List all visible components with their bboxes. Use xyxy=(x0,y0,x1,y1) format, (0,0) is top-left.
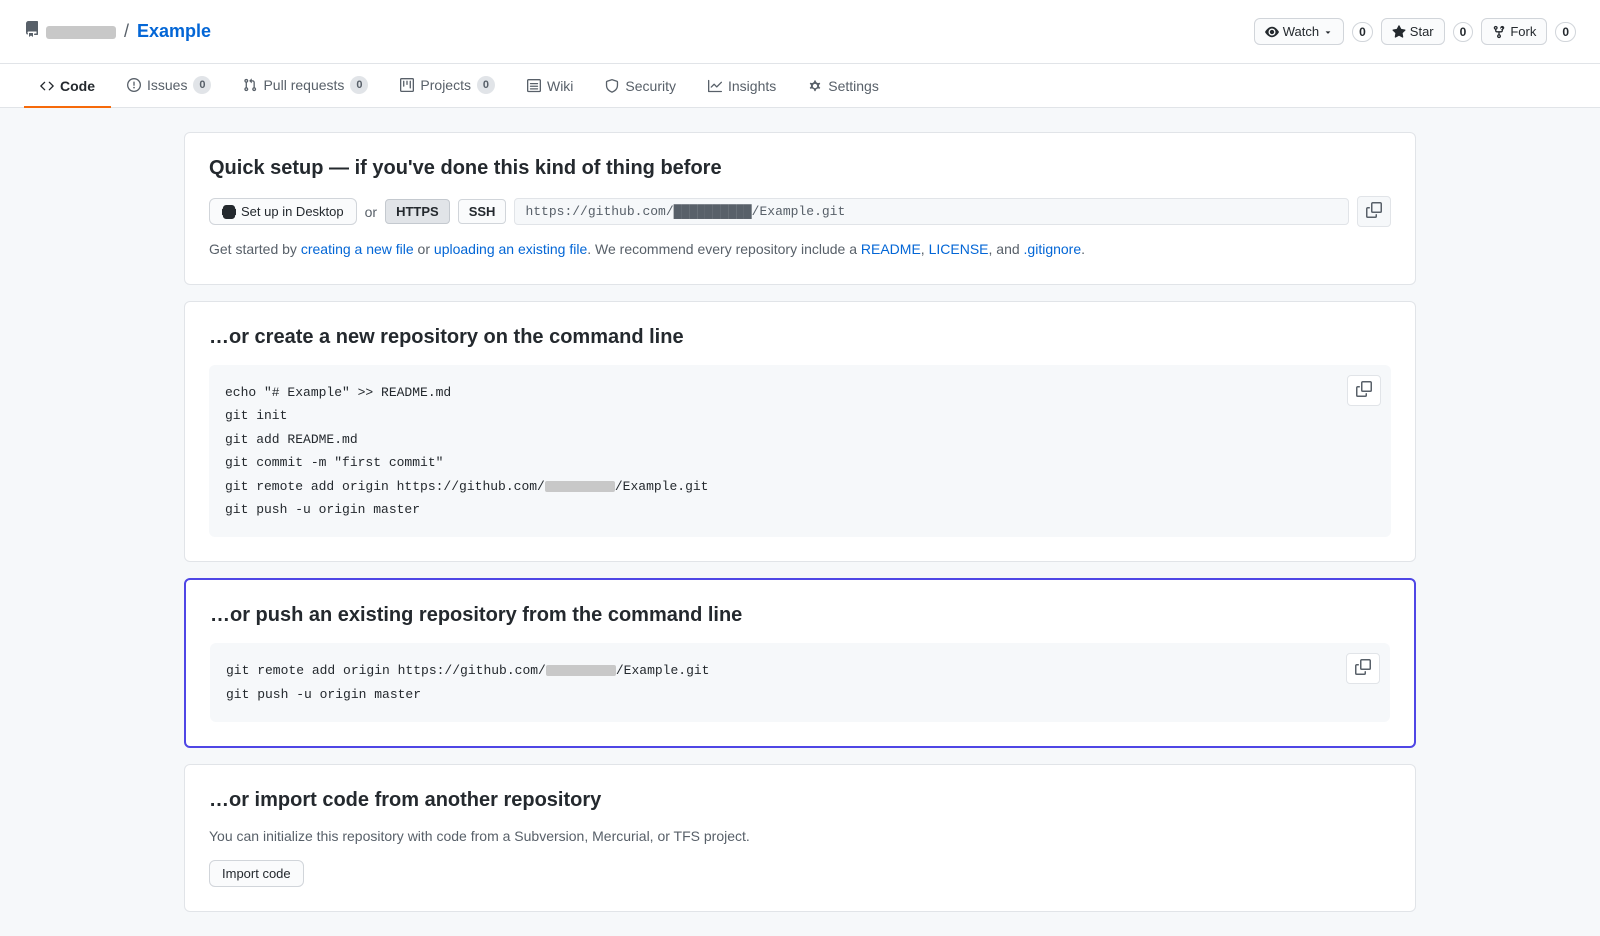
tab-settings-label: Settings xyxy=(828,78,879,94)
header-actions: Watch 0 Star 0 Fork 0 xyxy=(1254,18,1576,45)
nav-tabs: Code Issues 0 Pull requests 0 Projects 0… xyxy=(0,64,1600,108)
tab-code[interactable]: Code xyxy=(24,66,111,108)
import-code-card: …or import code from another repository … xyxy=(184,764,1416,912)
copy-command-line-button[interactable] xyxy=(1347,375,1381,406)
tab-settings[interactable]: Settings xyxy=(792,66,895,108)
repo-owner xyxy=(46,21,116,42)
tab-projects[interactable]: Projects 0 xyxy=(384,64,511,108)
fork-button[interactable]: Fork xyxy=(1481,18,1547,45)
repo-separator: / xyxy=(124,21,129,42)
copy-push-existing-button[interactable] xyxy=(1346,653,1380,684)
star-button[interactable]: Star xyxy=(1381,18,1445,45)
push-existing-code: git remote add origin https://github.com… xyxy=(226,659,1374,706)
copy-url-button[interactable] xyxy=(1357,196,1391,227)
repo-icon xyxy=(24,21,40,42)
star-label: Star xyxy=(1410,24,1434,39)
tab-insights-label: Insights xyxy=(728,78,776,94)
upload-existing-link[interactable]: uploading an existing file xyxy=(434,241,587,257)
tab-security[interactable]: Security xyxy=(589,66,692,108)
repo-title: / Example xyxy=(24,21,211,42)
setup-desktop-label: Set up in Desktop xyxy=(241,204,344,219)
tab-issues[interactable]: Issues 0 xyxy=(111,64,227,108)
or-text: or xyxy=(365,204,377,220)
push-existing-title: …or push an existing repository from the… xyxy=(210,604,1390,627)
readme-link[interactable]: README xyxy=(861,241,921,257)
gitignore-link[interactable]: .gitignore xyxy=(1024,241,1082,257)
create-new-file-link[interactable]: creating a new file xyxy=(301,241,414,257)
repo-name[interactable]: Example xyxy=(137,21,211,42)
tab-pr-count: 0 xyxy=(350,76,368,94)
tab-projects-count: 0 xyxy=(477,76,495,94)
tab-insights[interactable]: Insights xyxy=(692,66,792,108)
tab-code-label: Code xyxy=(60,78,95,94)
https-button[interactable]: HTTPS xyxy=(385,199,450,224)
tab-pull-requests[interactable]: Pull requests 0 xyxy=(227,64,384,108)
star-count: 0 xyxy=(1453,22,1474,42)
setup-desc: Get started by creating a new file or up… xyxy=(209,239,1391,260)
import-code-desc: You can initialize this repository with … xyxy=(209,828,1391,844)
watch-button[interactable]: Watch xyxy=(1254,18,1344,45)
tab-wiki[interactable]: Wiki xyxy=(511,66,589,108)
import-code-title: …or import code from another repository xyxy=(209,789,1391,812)
fork-label: Fork xyxy=(1510,24,1536,39)
setup-desktop-button[interactable]: Set up in Desktop xyxy=(209,198,357,225)
setup-row: Set up in Desktop or HTTPS SSH xyxy=(209,196,1391,227)
quick-setup-card: Quick setup — if you've done this kind o… xyxy=(184,132,1416,285)
tab-security-label: Security xyxy=(625,78,676,94)
repo-url-input[interactable] xyxy=(514,198,1349,225)
command-line-title: …or create a new repository on the comma… xyxy=(209,326,1391,349)
import-code-button[interactable]: Import code xyxy=(209,860,304,887)
tab-wiki-label: Wiki xyxy=(547,78,573,94)
tab-projects-label: Projects xyxy=(420,77,471,93)
ssh-button[interactable]: SSH xyxy=(458,199,507,224)
fork-count: 0 xyxy=(1555,22,1576,42)
tab-issues-count: 0 xyxy=(193,76,211,94)
push-existing-card: …or push an existing repository from the… xyxy=(184,578,1416,748)
main-content: Quick setup — if you've done this kind o… xyxy=(160,132,1440,912)
license-link[interactable]: LICENSE xyxy=(929,241,989,257)
import-code-label: Import code xyxy=(222,866,291,881)
tab-issues-label: Issues xyxy=(147,77,187,93)
command-line-code: echo "# Example" >> README.md git init g… xyxy=(225,381,1375,521)
quick-setup-title: Quick setup — if you've done this kind o… xyxy=(209,157,1391,180)
watch-label: Watch xyxy=(1283,24,1319,39)
command-line-code-block: echo "# Example" >> README.md git init g… xyxy=(209,365,1391,537)
watch-count: 0 xyxy=(1352,22,1373,42)
command-line-card: …or create a new repository on the comma… xyxy=(184,301,1416,562)
header: / Example Watch 0 Star 0 Fork 0 xyxy=(0,0,1600,64)
tab-pr-label: Pull requests xyxy=(263,77,344,93)
push-existing-code-block: git remote add origin https://github.com… xyxy=(210,643,1390,722)
